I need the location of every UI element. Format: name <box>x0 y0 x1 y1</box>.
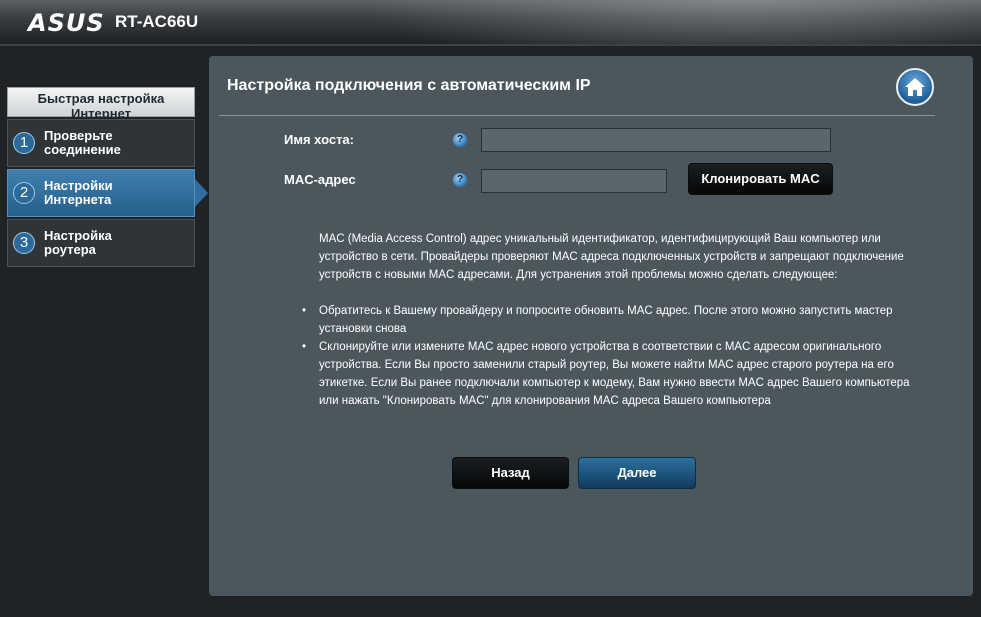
step-number-3: 3 <box>13 232 35 254</box>
mac-description: MAC (Media Access Control) адрес уникаль… <box>302 230 919 410</box>
step-label: Настройки Интернета <box>44 178 113 207</box>
main-panel: Настройка подключения с автоматическим I… <box>209 56 973 596</box>
hostname-label: Имя хоста: <box>284 132 354 147</box>
back-button[interactable]: Назад <box>452 457 569 489</box>
step-number-1: 1 <box>13 132 35 154</box>
hostname-input[interactable] <box>481 128 831 152</box>
next-button[interactable]: Далее <box>578 457 696 489</box>
step-internet-settings[interactable]: 2 Настройки Интернета <box>7 169 208 217</box>
page-title: Настройка подключения с автоматическим I… <box>227 77 591 94</box>
mac-address-input[interactable] <box>481 169 667 193</box>
list-item: Обратитесь к Вашему провайдеру и попроси… <box>302 302 919 338</box>
asus-logo: ASUS <box>28 9 105 37</box>
help-icon[interactable]: ? <box>453 133 467 147</box>
sidebar-title: Быстрая настройка Интернет <box>7 87 195 121</box>
home-icon <box>905 78 925 96</box>
description-text: MAC (Media Access Control) адрес уникаль… <box>319 233 904 281</box>
top-header: ASUS RT-AC66U <box>0 0 981 44</box>
router-model: RT-AC66U <box>115 12 199 31</box>
wizard-sidebar: Быстрая настройка Интернет 1 Проверьте с… <box>7 87 208 269</box>
step-label: Проверьте соединение <box>44 128 121 157</box>
solution-list: Обратитесь к Вашему провайдеру и попроси… <box>302 302 919 410</box>
step-check-connection[interactable]: 1 Проверьте соединение <box>7 119 195 167</box>
header-divider <box>0 44 981 46</box>
active-step-arrow <box>195 179 208 207</box>
title-divider <box>219 115 935 116</box>
step-label: Настройка роутера <box>44 228 112 257</box>
header-glow <box>321 0 981 44</box>
mac-address-label: MAC-адрес <box>284 172 356 187</box>
step-number-2: 2 <box>13 182 35 204</box>
home-button[interactable] <box>896 68 934 106</box>
clone-mac-button[interactable]: Клонировать MAC <box>688 163 833 195</box>
step-router-setup[interactable]: 3 Настройка роутера <box>7 219 195 267</box>
help-icon[interactable]: ? <box>453 173 467 187</box>
list-item: Склонируйте или измените MAC адрес новог… <box>302 338 919 410</box>
